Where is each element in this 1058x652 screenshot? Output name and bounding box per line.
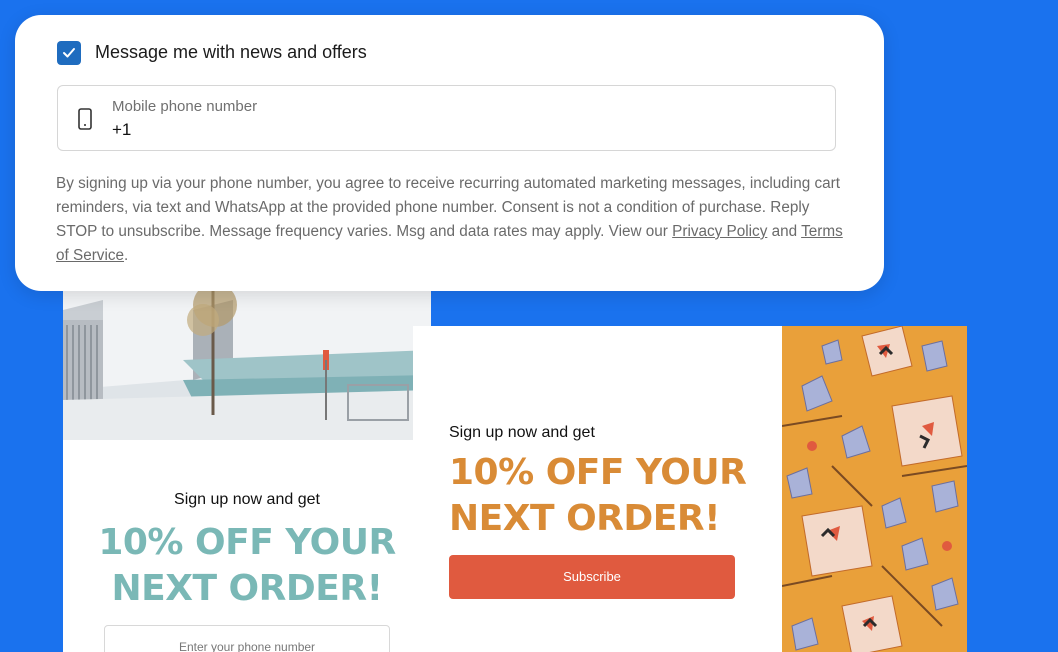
- sms-signup-form: Message me with news and offers Mobile p…: [15, 15, 884, 291]
- left-headline-line2: NEXT ORDER!: [111, 568, 383, 609]
- right-headline-line1: 10% OFF YOUR: [449, 452, 747, 493]
- right-subheading: Sign up now and get: [449, 424, 595, 441]
- phone-field-value[interactable]: +1: [112, 120, 131, 140]
- news-offers-checkbox[interactable]: [57, 41, 81, 65]
- checkmark-icon: [63, 48, 75, 58]
- subscribe-button[interactable]: Subscribe: [449, 555, 735, 599]
- phone-input-preview[interactable]: Enter your phone number: [104, 625, 390, 652]
- left-subheading: Sign up now and get: [174, 491, 320, 508]
- right-text-panel: Sign up now and get 10% OFF YOUR NEXT OR…: [413, 326, 782, 652]
- left-headline: 10% OFF YOUR NEXT ORDER!: [63, 520, 431, 612]
- right-headline: 10% OFF YOUR NEXT ORDER!: [449, 450, 747, 542]
- phone-field-label: Mobile phone number: [112, 98, 258, 115]
- right-headline-line2: NEXT ORDER!: [449, 498, 721, 539]
- consent-and: and: [767, 223, 802, 240]
- mobile-phone-icon: [78, 108, 92, 135]
- popup-preview-left: Sign up now and get 10% OFF YOUR NEXT OR…: [63, 250, 431, 652]
- checkbox-label: Message me with news and offers: [95, 42, 367, 62]
- left-headline-line1: 10% OFF YOUR: [98, 522, 396, 563]
- popup-preview-right: Sign up now and get 10% OFF YOUR NEXT OR…: [413, 326, 967, 652]
- floral-pattern-image: [782, 326, 967, 652]
- privacy-policy-link[interactable]: Privacy Policy: [672, 223, 767, 240]
- consent-end: .: [124, 247, 129, 264]
- phone-number-field[interactable]: Mobile phone number +1: [57, 85, 836, 151]
- consent-text: By signing up via your phone number, you…: [56, 172, 846, 268]
